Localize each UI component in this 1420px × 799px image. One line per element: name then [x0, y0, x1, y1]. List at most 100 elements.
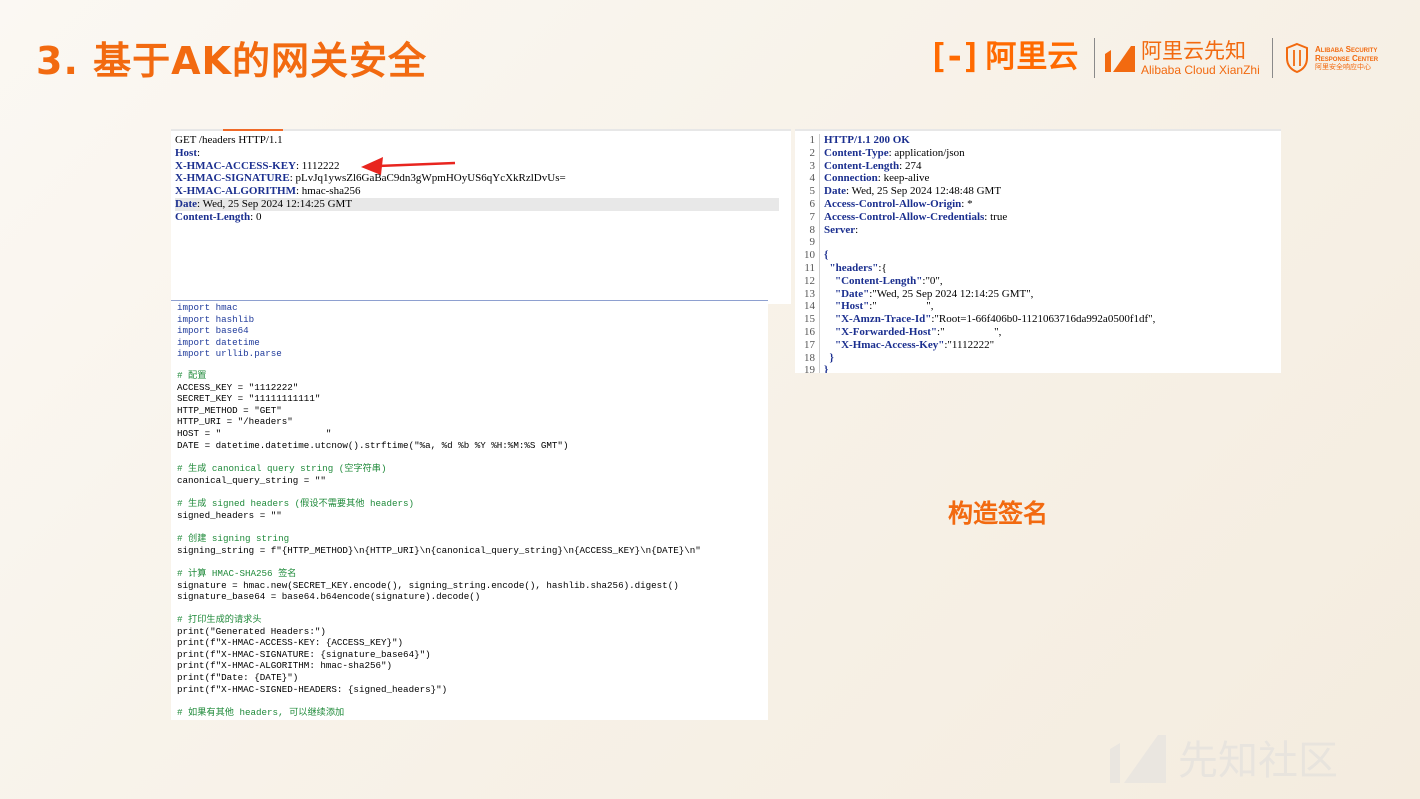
response-key: Server [824, 223, 856, 236]
slide-caption: 构造签名 [948, 499, 1049, 528]
response-value: : application/json [888, 146, 965, 159]
response-line: 7 Access-Control-Allow-Credentials: true [795, 210, 1281, 224]
gutter-divider [819, 146, 820, 160]
code-line: HTTP_METHOD = "GET" [177, 404, 282, 416]
line-number: 11 [804, 261, 815, 274]
line-number: 1 [809, 134, 816, 146]
asrc-line1: Alibaba Security [1315, 44, 1378, 54]
code-import: import urllib.parse [177, 348, 282, 360]
code-line: signature_base64 = base64.b64encode(sign… [177, 591, 481, 603]
line-number: 16 [804, 325, 815, 338]
code-line: print("Generated Headers:") [177, 625, 326, 637]
line-number: 3 [809, 159, 816, 172]
response-value: :" ", [869, 300, 934, 313]
response-key: "Content-Length" [824, 274, 923, 287]
gutter-divider [819, 313, 820, 326]
line-number: 2 [809, 146, 816, 159]
line-number: 13 [804, 287, 815, 300]
xianzhi-mark-icon [1105, 46, 1135, 72]
response-key: HTTP/1.1 200 OK [824, 134, 910, 146]
line-number: 15 [804, 313, 815, 326]
response-line: 10 { [795, 249, 1281, 262]
response-key: "X-Hmac-Access-Key" [824, 338, 945, 351]
response-line: 14 "Host":" ", [795, 300, 1281, 314]
response-value: : [855, 223, 859, 236]
http-response-panel: 1 HTTP/1.1 200 OK 2 Content-Type: applicati… [795, 129, 1281, 373]
code-import: import datetime [177, 336, 260, 348]
request-header-row: X-HMAC-ACCESS-KEY: 1112222 [175, 159, 340, 172]
code-line: SECRET_KEY = "11111111111" [177, 393, 321, 405]
response-key: "Host" [824, 300, 870, 313]
response-value: :"Root=1-66f406b0-1121063716da992a0500f1… [931, 313, 1156, 326]
code-line: signature = hmac.new(SECRET_KEY.encode()… [177, 579, 679, 591]
code-line: DATE = datetime.datetime.utcnow().strfti… [177, 439, 569, 451]
aliyun-logo-text: 阿里云 [985, 39, 1079, 75]
asrc-line2: Response Center [1315, 53, 1379, 63]
line-number: 4 [809, 172, 816, 185]
gutter-divider [819, 300, 820, 314]
line-number: 19 [804, 364, 815, 373]
request-line: GET /headers HTTP/1.1 [175, 134, 283, 146]
response-value: : * [961, 197, 973, 210]
gutter-divider [819, 338, 820, 352]
request-header-row: Date: Wed, 25 Sep 2024 12:14:25 GMT [175, 197, 779, 211]
response-line: 3 Content-Length: 274 [795, 159, 1281, 173]
response-key: "X-Forwarded-Host" [824, 325, 938, 338]
code-line: print(f"X-HMAC-SIGNED-HEADERS: {signed_h… [177, 683, 448, 695]
line-number: 14 [804, 300, 815, 313]
gutter-divider [819, 325, 820, 339]
response-line: 12 "Content-Length":"0", [795, 274, 1281, 288]
response-line: 2 Content-Type: application/json [795, 146, 1281, 160]
gutter-divider [819, 159, 820, 173]
watermark-text: 先知社区 [1178, 738, 1338, 784]
request-header-row: X-HMAC-SIGNATURE: pLvJq1ywsZl6GaBaC9dn3g… [175, 172, 566, 185]
response-value: :"0", [922, 274, 943, 287]
response-value: :"Wed, 25 Sep 2024 12:14:25 GMT", [869, 287, 1034, 300]
response-value: :" ", [937, 325, 1002, 338]
code-line: HOST = " " [177, 428, 332, 439]
line-number: 18 [804, 351, 815, 364]
watermark-mark-icon [1110, 735, 1166, 783]
gutter-divider [819, 185, 820, 198]
code-line: print(f"Date: {DATE}") [177, 672, 299, 683]
gutter-divider [819, 261, 820, 275]
logo-divider [1272, 38, 1273, 78]
response-value: : keep-alive [877, 172, 930, 185]
response-key: Connection [824, 172, 878, 185]
gutter-divider [819, 134, 820, 147]
response-key: "Date" [824, 287, 870, 300]
response-line: 15 "X-Amzn-Trace-Id":"Root=1-66f406b0-11… [795, 313, 1281, 326]
line-number: 10 [804, 249, 815, 262]
response-line: 1 HTTP/1.1 200 OK [795, 134, 1281, 147]
code-import: import hashlib [177, 313, 255, 325]
red-arrow-icon [361, 157, 456, 175]
gutter-divider [819, 364, 820, 373]
gutter-divider [819, 274, 820, 288]
xianzhi-watermark: 先知社区 [1110, 728, 1338, 786]
code-line: HTTP_URI = "/headers" [177, 416, 293, 428]
aliyun-bracket-icon: [-] [928, 37, 981, 77]
line-number: 17 [804, 338, 815, 351]
request-tab-indicator [223, 129, 283, 131]
request-header-row: Host: [175, 146, 201, 159]
response-key: "X-Amzn-Trace-Id" [824, 313, 932, 326]
response-line: 8 Server: [795, 223, 1281, 237]
response-tab-indicator [823, 129, 867, 131]
code-import: import base64 [177, 325, 249, 337]
request-header-row: Content-Length: 0 [175, 210, 262, 223]
code-comment: # 如果有其他 headers, 可以继续添加 [177, 707, 345, 718]
code-line: signed_headers = "" [177, 509, 282, 521]
code-comment: # 生成 signed headers (假设不需要其他 headers) [177, 498, 415, 509]
gutter-divider [819, 249, 820, 262]
response-line: 4 Connection: keep-alive [795, 172, 1281, 186]
response-key: Access-Control-Allow-Origin [824, 197, 962, 210]
response-value: :{ [878, 261, 887, 274]
response-value: : Wed, 25 Sep 2024 12:48:48 GMT [846, 185, 1002, 198]
response-line: 19} [795, 364, 1281, 373]
response-value: :"1112222" [944, 338, 995, 351]
response-line: 11 "headers":{ [795, 261, 1281, 275]
response-line: 17 "X-Hmac-Access-Key":"1112222" [795, 338, 1281, 352]
response-line: 6 Access-Control-Allow-Origin: * [795, 197, 1281, 211]
python-code-panel: import hmac import hashlib import base64… [171, 300, 768, 720]
asrc-logo: Alibaba Security Response Center 阿里安全响应中… [1284, 38, 1378, 78]
